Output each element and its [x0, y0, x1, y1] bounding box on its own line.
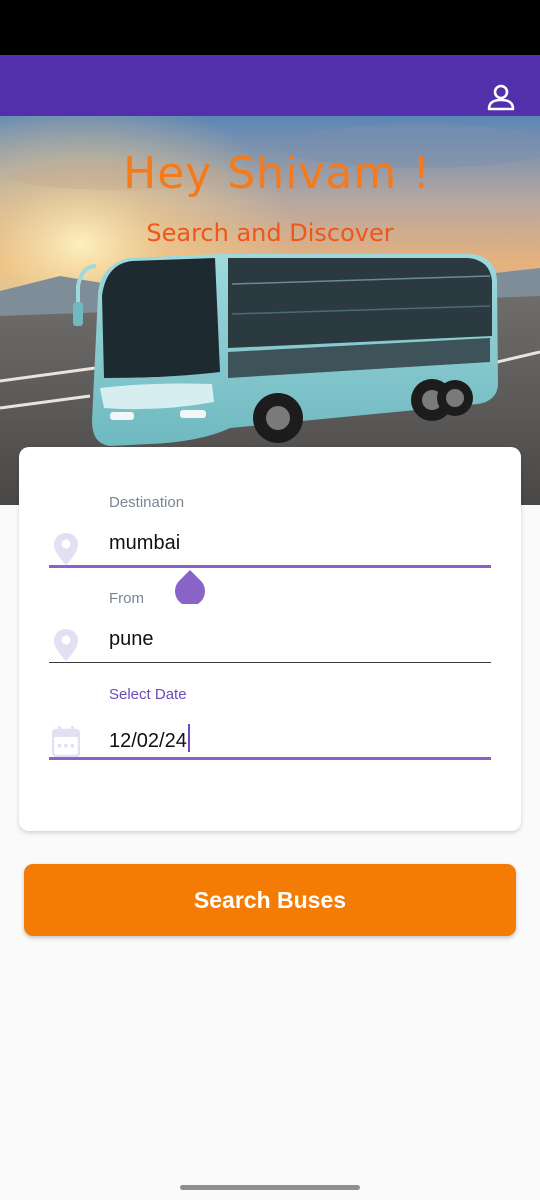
text-cursor: [187, 724, 190, 752]
app-bar: [0, 55, 540, 116]
from-label: From: [109, 590, 144, 607]
location-pin-icon: [54, 629, 78, 661]
search-buses-button[interactable]: Search Buses: [24, 864, 516, 936]
from-input[interactable]: pune: [109, 628, 154, 651]
destination-input[interactable]: mumbai: [109, 532, 180, 555]
location-pin-icon: [54, 533, 78, 565]
status-bar: [0, 0, 540, 55]
date-label: Select Date: [109, 686, 187, 703]
hero-subtitle: Search and Discover: [146, 219, 394, 247]
search-card: Destination mumbai From pune Select Date: [19, 447, 521, 831]
date-value: 12/02/24: [109, 730, 187, 752]
destination-underline: [49, 565, 491, 568]
calendar-icon: [52, 726, 80, 758]
profile-button[interactable]: [486, 83, 516, 113]
date-field[interactable]: Select Date 12/02/24: [49, 686, 491, 768]
from-field[interactable]: From pune: [49, 590, 491, 672]
person-outline-icon: [487, 84, 515, 111]
destination-field[interactable]: Destination mumbai: [49, 494, 491, 604]
home-indicator[interactable]: [180, 1185, 360, 1190]
date-underline: [49, 757, 491, 760]
from-underline: [49, 662, 491, 663]
date-input[interactable]: 12/02/24: [109, 724, 190, 753]
greeting-title: Hey Shivam !: [123, 148, 431, 199]
destination-label: Destination: [109, 494, 185, 511]
